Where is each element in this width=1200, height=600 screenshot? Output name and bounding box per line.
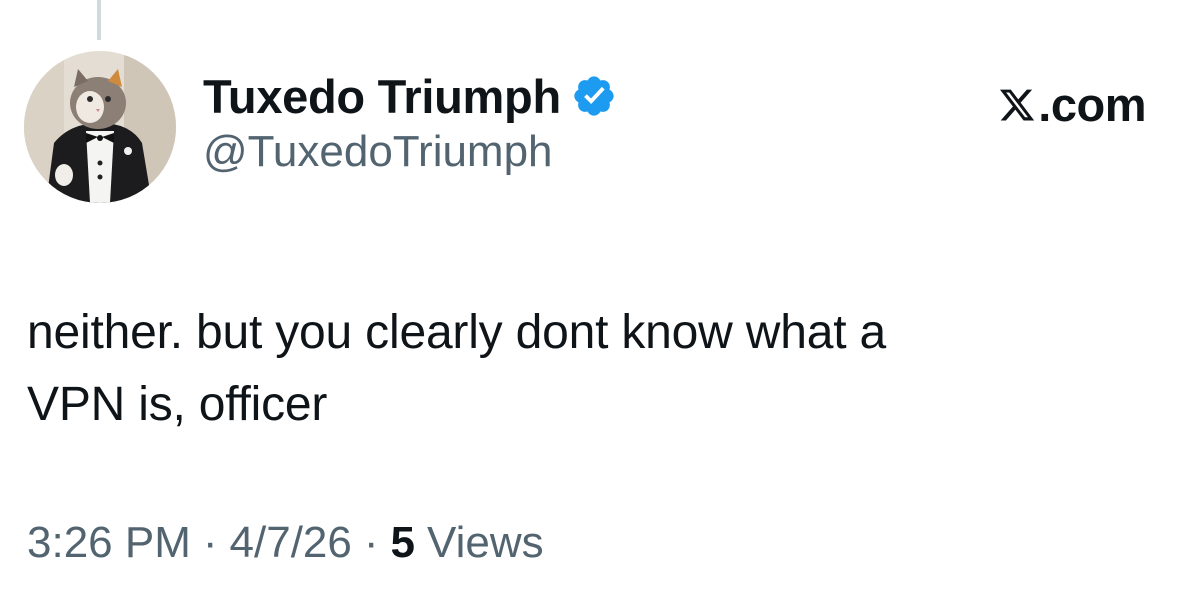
brand-domain-label: .com — [1038, 78, 1146, 131]
author-handle[interactable]: @TuxedoTriumph — [203, 130, 617, 174]
tweet-author: Tuxedo Triumph @TuxedoTriumph — [203, 66, 617, 174]
x-logo-icon — [997, 74, 1037, 133]
views-count: 5 — [390, 518, 416, 567]
tweet-metadata: 3:26 PM · 4/7/26 · 5 Views — [27, 518, 544, 568]
author-name-row: Tuxedo Triumph — [203, 66, 617, 126]
meta-separator: · — [202, 518, 218, 567]
meta-separator: · — [363, 518, 379, 567]
tweet-text: neither. but you clearly dont know what … — [27, 306, 886, 431]
author-display-name[interactable]: Tuxedo Triumph — [203, 73, 561, 120]
avatar[interactable] — [24, 51, 176, 203]
x-brand-watermark: .com — [997, 74, 1146, 133]
tweet-date[interactable]: 4/7/26 — [230, 518, 352, 568]
verified-badge-icon[interactable] — [571, 73, 617, 119]
tweet-time[interactable]: 3:26 PM — [27, 518, 191, 568]
cat-in-tuxedo-avatar — [24, 51, 176, 203]
thread-connector-line — [97, 0, 101, 40]
views-label: Views — [427, 518, 544, 567]
